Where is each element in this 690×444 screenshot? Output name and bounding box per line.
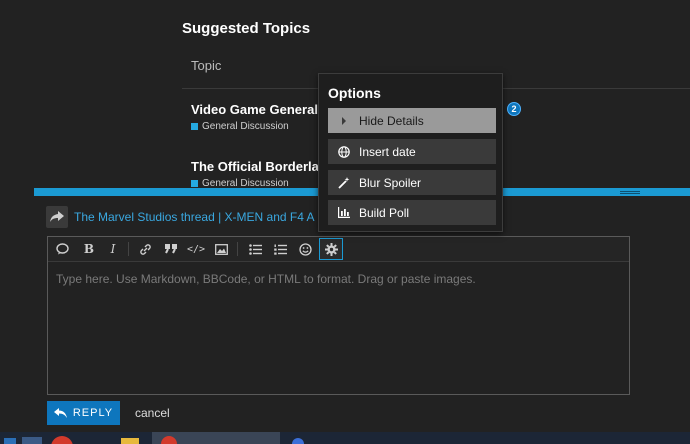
cancel-link[interactable]: cancel <box>135 406 170 420</box>
option-build-poll[interactable]: Build Poll <box>328 200 496 225</box>
folder-icon[interactable] <box>121 438 139 444</box>
toolbar-separator <box>237 242 238 256</box>
bold-icon[interactable]: B <box>79 240 99 258</box>
link-icon[interactable] <box>135 240 155 258</box>
os-taskbar <box>0 432 690 444</box>
topic-title-link[interactable]: Video Game General 6 <box>191 102 329 117</box>
category-color-square <box>191 180 198 187</box>
reply-button-label: REPLY <box>72 407 114 419</box>
topic-category[interactable]: General Discussion <box>191 121 329 132</box>
topic-row[interactable]: The Official Borderland General Discussi… <box>191 159 335 189</box>
option-hide-details[interactable]: Hide Details <box>328 108 496 133</box>
reply-button[interactable]: REPLY <box>47 401 120 425</box>
category-color-square <box>191 123 198 130</box>
image-icon[interactable] <box>211 240 231 258</box>
editor: B I </> <box>47 236 630 395</box>
editor-toolbar: B I </> <box>48 237 629 262</box>
reply-arrow-icon <box>53 408 67 418</box>
windows-start-icon[interactable] <box>4 438 16 444</box>
quote-icon[interactable] <box>52 240 72 258</box>
suggested-topics-title: Suggested Topics <box>182 20 311 37</box>
globe-icon <box>328 145 359 158</box>
share-arrow-icon[interactable] <box>46 206 68 228</box>
topic-row[interactable]: Video Game General 6 General Discussion <box>191 102 329 132</box>
option-blur-spoiler[interactable]: Blur Spoiler <box>328 170 496 195</box>
option-label: Blur Spoiler <box>359 175 422 190</box>
composer-textarea[interactable] <box>48 263 629 394</box>
caret-right-icon <box>328 116 359 125</box>
option-label: Insert date <box>359 144 416 159</box>
taskbar-app-icon[interactable] <box>292 438 304 444</box>
bullet-list-icon[interactable] <box>245 240 265 258</box>
reply-topic-link[interactable]: The Marvel Studios thread | X-MEN and F4… <box>74 210 315 224</box>
option-label: Hide Details <box>359 113 424 128</box>
composer-actions: REPLY cancel <box>47 401 170 425</box>
reply-to-header: The Marvel Studios thread | X-MEN and F4… <box>46 206 315 228</box>
emoji-icon[interactable] <box>295 240 315 258</box>
chrome-icon[interactable] <box>51 436 73 444</box>
numbered-list-icon[interactable] <box>270 240 290 258</box>
topic-title-link[interactable]: The Official Borderland <box>191 159 335 174</box>
gear-icon[interactable] <box>319 238 343 260</box>
magic-icon <box>328 176 359 189</box>
options-title: Options <box>328 85 381 101</box>
code-icon[interactable]: </> <box>186 240 206 258</box>
italic-icon[interactable]: I <box>103 240 123 258</box>
composer-grippie[interactable] <box>620 191 640 194</box>
category-label[interactable]: General Discussion <box>202 121 289 132</box>
option-label: Build Poll <box>359 205 410 220</box>
option-insert-date[interactable]: Insert date <box>328 139 496 164</box>
options-popup-menu: Options Hide Details Insert date Blur Sp… <box>318 73 503 232</box>
blockquote-icon[interactable] <box>161 240 181 258</box>
taskbar-app-icon[interactable] <box>22 437 42 444</box>
unread-count-badge[interactable]: 2 <box>507 102 521 116</box>
toolbar-separator <box>128 242 129 256</box>
chart-icon <box>328 207 359 218</box>
topic-column-header[interactable]: Topic <box>191 58 221 73</box>
